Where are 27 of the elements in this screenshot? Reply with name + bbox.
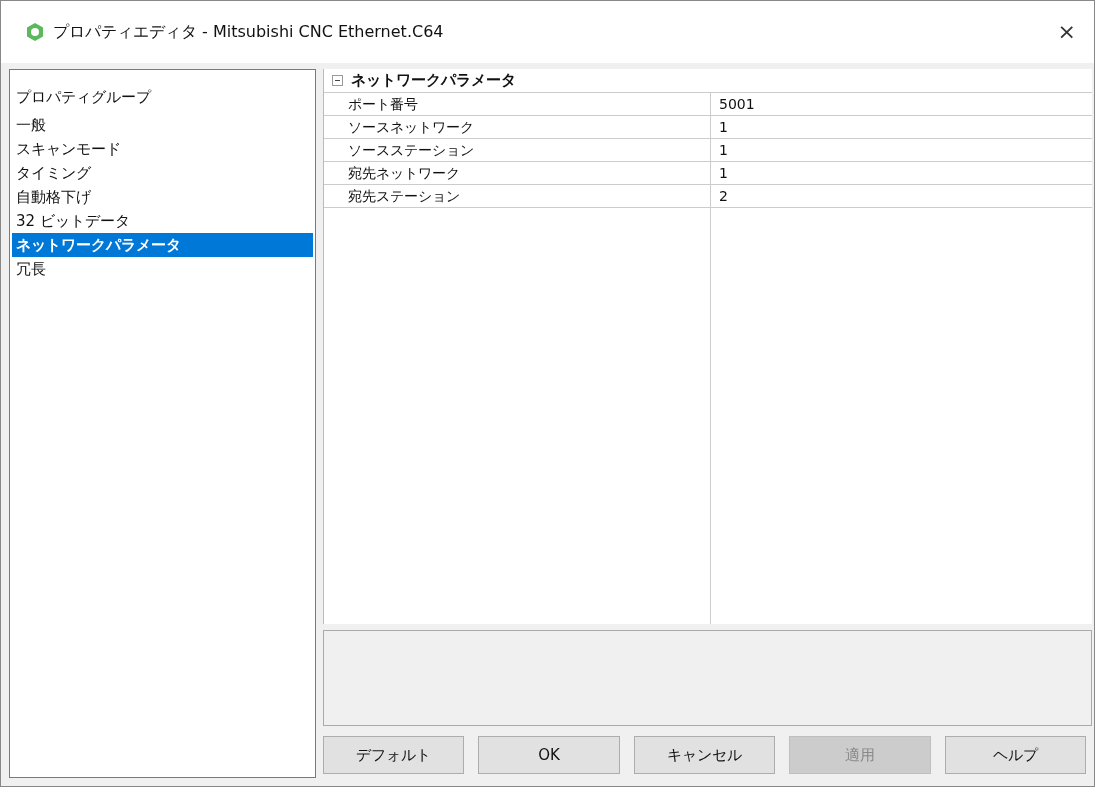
sidebar-item[interactable]: 32 ビットデータ xyxy=(12,208,313,233)
property-value[interactable]: 1 xyxy=(711,162,1092,184)
property-name: ソースネットワーク xyxy=(324,116,711,138)
category-title: ネットワークパラメータ xyxy=(351,70,516,92)
sidebar-item[interactable]: 一般 xyxy=(12,112,313,137)
dialog-button[interactable]: OK xyxy=(478,736,620,774)
sidebar-item[interactable]: 自動格下げ xyxy=(12,184,313,209)
property-value[interactable]: 5001 xyxy=(711,93,1092,115)
property-value[interactable]: 2 xyxy=(711,185,1092,207)
dialog-button[interactable]: デフォルト xyxy=(323,736,465,774)
close-button[interactable]: × xyxy=(1053,21,1080,43)
sidebar-item[interactable]: タイミング xyxy=(12,160,313,185)
sidebar-item[interactable]: スキャンモード xyxy=(12,136,313,161)
dialog-button[interactable]: キャンセル xyxy=(633,736,776,774)
property-name: ポート番号 xyxy=(324,93,711,115)
property-value[interactable]: 1 xyxy=(711,139,1092,161)
dialog-button[interactable]: ヘルプ xyxy=(944,736,1087,774)
app-icon xyxy=(25,22,45,42)
window-title: プロパティエディタ - Mitsubishi CNC Ethernet.C64 xyxy=(53,21,445,43)
sidebar-item[interactable]: ネットワークパラメータ xyxy=(12,232,313,257)
sidebar-header: プロパティグループ xyxy=(15,87,153,108)
sidebar-item[interactable]: 冗長 xyxy=(12,256,313,281)
collapse-icon[interactable] xyxy=(332,75,343,86)
property-name: ソースステーション xyxy=(324,139,711,161)
property-value[interactable]: 1 xyxy=(711,116,1092,138)
property-name: 宛先ネットワーク xyxy=(324,162,711,184)
property-name: 宛先ステーション xyxy=(324,185,711,207)
